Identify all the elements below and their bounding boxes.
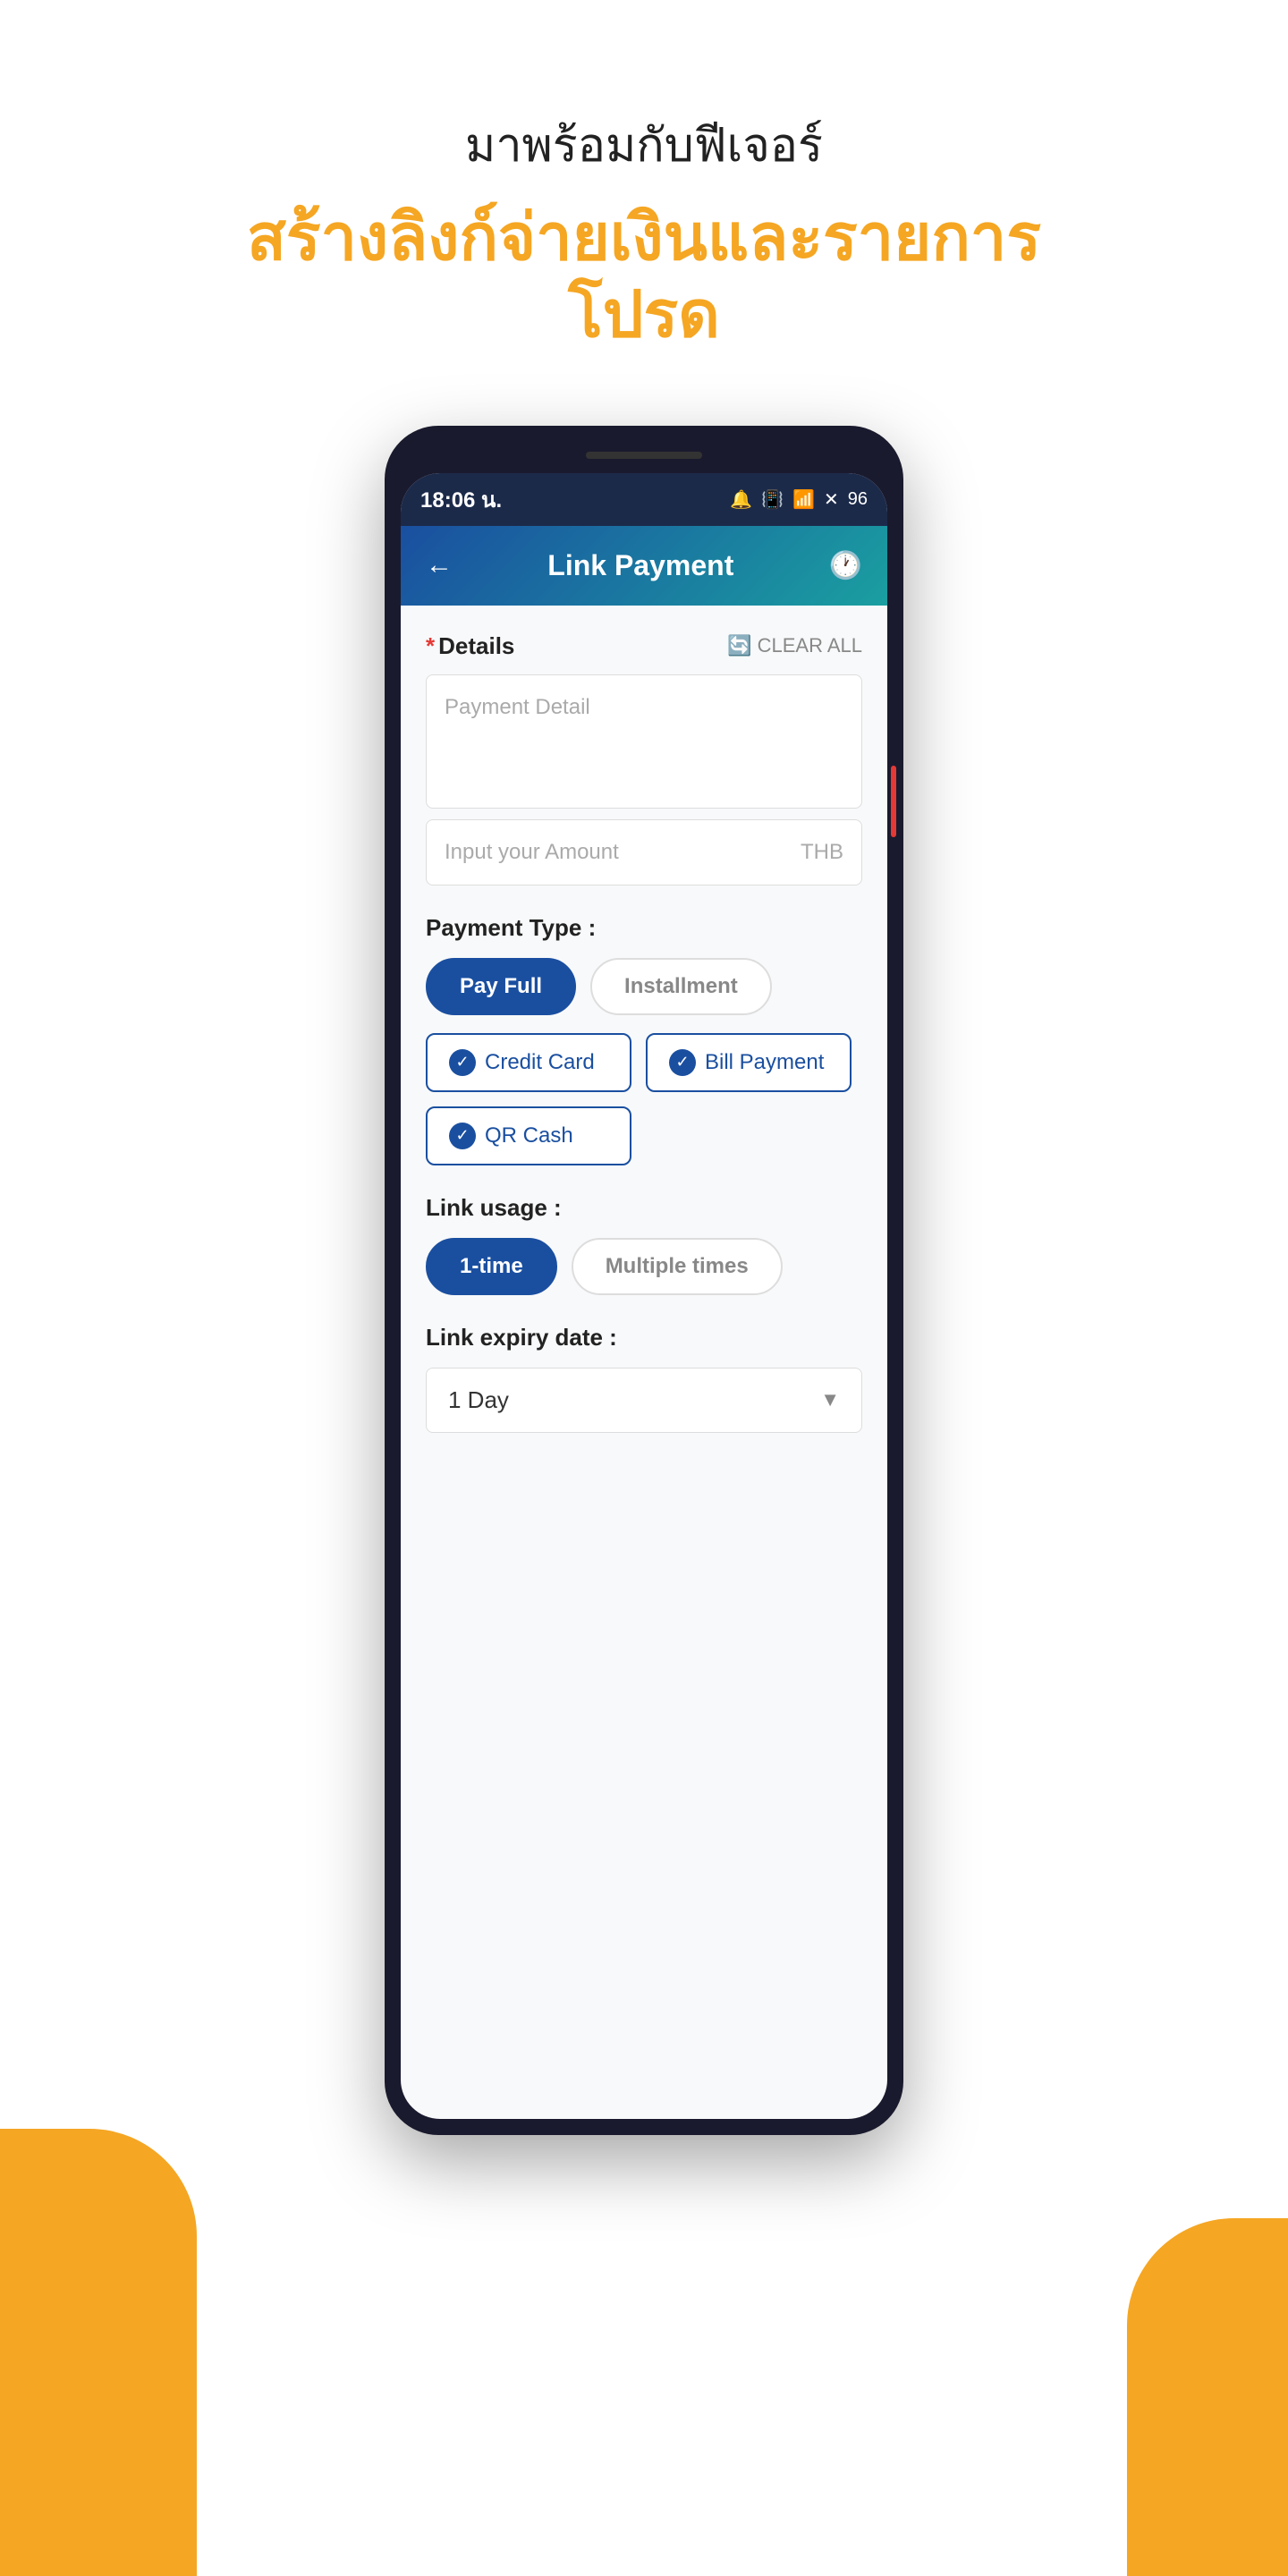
payment-type-toggles: Pay Full Installment xyxy=(426,958,862,1015)
bill-payment-check-icon: ✓ xyxy=(669,1049,696,1076)
yellow-decoration-left xyxy=(0,2129,197,2576)
phone-speaker xyxy=(586,452,702,459)
credit-card-method[interactable]: ✓ Credit Card xyxy=(426,1033,631,1092)
link-usage-section: Link usage : 1-time Multiple times xyxy=(426,1194,862,1295)
one-time-button[interactable]: 1-time xyxy=(426,1238,557,1295)
amount-input[interactable]: Input your Amount THB xyxy=(426,819,862,886)
phone-screen: 18:06 น. 🔔 📳 📶 ✕ 96 ← Link Payment 🕐 xyxy=(401,473,887,2119)
multiple-times-button[interactable]: Multiple times xyxy=(572,1238,783,1295)
back-button[interactable]: ← xyxy=(426,550,453,580)
bill-payment-method[interactable]: ✓ Bill Payment xyxy=(646,1033,852,1092)
qr-cash-check-icon: ✓ xyxy=(449,1123,476,1149)
yellow-decoration-right xyxy=(1127,2218,1288,2576)
status-icons: 🔔 📳 📶 ✕ 96 xyxy=(730,488,868,511)
vibrate-icon: 📳 xyxy=(761,488,784,511)
link-usage-label: Link usage : xyxy=(426,1194,862,1222)
phone-container: 18:06 น. 🔔 📳 📶 ✕ 96 ← Link Payment 🕐 xyxy=(0,426,1288,2135)
currency-label: THB xyxy=(801,840,843,865)
details-section-header: *Details 🔄 CLEAR ALL xyxy=(426,632,862,660)
wifi-icon: 📶 xyxy=(792,488,815,511)
status-time: 18:06 น. xyxy=(420,482,502,517)
notification-icon: 🔔 xyxy=(730,488,752,511)
status-bar: 18:06 น. 🔔 📳 📶 ✕ 96 xyxy=(401,473,887,526)
link-expiry-section: Link expiry date : 1 Day ▼ xyxy=(426,1324,862,1433)
dropdown-arrow-icon: ▼ xyxy=(820,1388,840,1411)
refresh-icon: 🔄 xyxy=(727,634,751,657)
battery-icon: 96 xyxy=(848,489,868,510)
header-title: สร้างลิงก์จ่ายเงินและรายการโปรด xyxy=(179,199,1109,354)
link-expiry-label: Link expiry date : xyxy=(426,1324,862,1352)
installment-button[interactable]: Installment xyxy=(590,958,772,1015)
link-expiry-dropdown[interactable]: 1 Day ▼ xyxy=(426,1368,862,1433)
payment-detail-input[interactable]: Payment Detail xyxy=(426,674,862,809)
header-subtitle: มาพร้อมกับฟีเจอร์ xyxy=(179,107,1109,182)
pay-full-button[interactable]: Pay Full xyxy=(426,958,576,1015)
signal-x-icon: ✕ xyxy=(824,488,839,511)
payment-methods-group: ✓ Credit Card ✓ Bill Payment ✓ QR Cash xyxy=(426,1033,862,1165)
scrollbar-indicator xyxy=(891,766,896,837)
app-header: ← Link Payment 🕐 xyxy=(401,526,887,606)
payment-type-label: Payment Type : xyxy=(426,914,862,942)
phone-notch xyxy=(401,442,887,469)
app-header-title: Link Payment xyxy=(547,549,733,582)
phone-outer: 18:06 น. 🔔 📳 📶 ✕ 96 ← Link Payment 🕐 xyxy=(385,426,903,2135)
app-content: *Details 🔄 CLEAR ALL Payment Detail Inpu… xyxy=(401,606,887,1460)
required-star: * xyxy=(426,632,435,659)
expiry-value: 1 Day xyxy=(448,1386,509,1414)
header-section: มาพร้อมกับฟีเจอร์ สร้างลิงก์จ่ายเงินและร… xyxy=(0,0,1288,426)
payment-type-section: Payment Type : Pay Full Installment xyxy=(426,914,862,1015)
link-usage-toggles: 1-time Multiple times xyxy=(426,1238,862,1295)
credit-card-check-icon: ✓ xyxy=(449,1049,476,1076)
qr-cash-method[interactable]: ✓ QR Cash xyxy=(426,1106,631,1165)
details-label: *Details xyxy=(426,632,514,660)
history-icon[interactable]: 🕐 xyxy=(829,550,862,581)
clear-all-button[interactable]: 🔄 CLEAR ALL xyxy=(727,634,862,657)
